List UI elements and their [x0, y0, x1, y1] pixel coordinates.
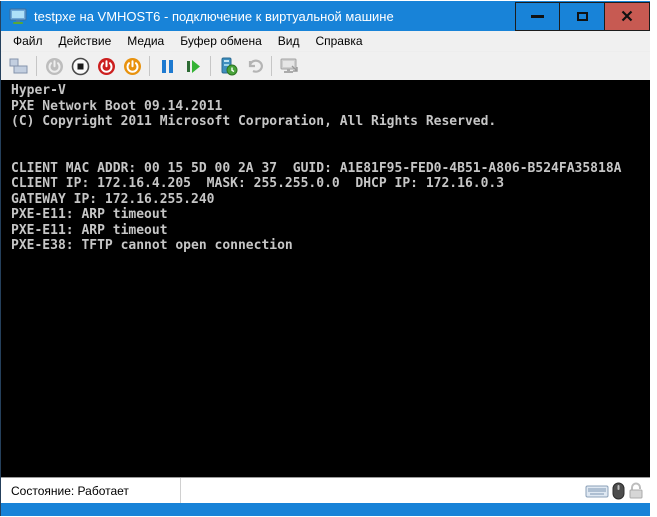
console-line: PXE Network Boot 09.14.2011 — [11, 99, 646, 115]
ctrl-alt-del-button[interactable] — [6, 54, 32, 78]
maximize-icon — [577, 12, 588, 21]
window-title: testpxe на VMHOST6 - подключение к вирту… — [34, 9, 394, 24]
console-line: PXE-E11: ARP timeout — [11, 223, 646, 239]
save-icon — [123, 57, 142, 76]
console-line: (C) Copyright 2011 Microsoft Corporation… — [11, 114, 646, 130]
menu-action[interactable]: Действие — [51, 32, 120, 50]
toolbar-separator — [149, 56, 150, 76]
enhanced-session-button — [276, 54, 302, 78]
vm-connection-window: testpxe на VMHOST6 - подключение к вирту… — [1, 1, 650, 516]
toolbar-separator — [210, 56, 211, 76]
status-bar: Состояние: Работает — [1, 477, 650, 503]
menu-file[interactable]: Файл — [5, 32, 51, 50]
vm-connect-app-icon — [9, 8, 27, 25]
minimize-button[interactable] — [515, 2, 560, 31]
vm-state-text: Состояние: Работает — [11, 484, 129, 498]
revert-icon — [245, 58, 263, 74]
checkpoint-button[interactable] — [215, 54, 241, 78]
menu-view[interactable]: Вид — [270, 32, 308, 50]
close-icon — [621, 10, 633, 22]
console-line — [11, 145, 646, 161]
toolbar-separator — [271, 56, 272, 76]
menu-media[interactable]: Медиа — [119, 32, 172, 50]
save-button[interactable] — [119, 54, 145, 78]
turn-off-icon — [71, 57, 90, 76]
vm-state-panel: Состояние: Работает — [1, 478, 181, 503]
shut-down-icon — [97, 57, 116, 76]
keyboard-icon — [585, 483, 609, 499]
revert-button — [241, 54, 267, 78]
console-line: CLIENT IP: 172.16.4.205 MASK: 255.255.0.… — [11, 176, 646, 192]
console-line: GATEWAY IP: 172.16.255.240 — [11, 192, 646, 208]
shut-down-button[interactable] — [93, 54, 119, 78]
start-power-icon — [45, 57, 64, 76]
mouse-icon — [612, 482, 625, 500]
start-button — [41, 54, 67, 78]
console-line — [11, 130, 646, 146]
console-line: Hyper-V — [11, 83, 646, 99]
title-bar[interactable]: testpxe на VMHOST6 - подключение к вирту… — [1, 1, 650, 31]
console-line: PXE-E11: ARP timeout — [11, 207, 646, 223]
menu-help[interactable]: Справка — [307, 32, 370, 50]
close-button[interactable] — [605, 2, 650, 31]
vm-console-screen[interactable]: Hyper-V PXE Network Boot 09.14.2011 (C) … — [1, 80, 650, 477]
turn-off-button[interactable] — [67, 54, 93, 78]
toolbar-separator — [36, 56, 37, 76]
console-line: PXE-E38: TFTP cannot open connection — [11, 238, 646, 254]
unlock-icon — [628, 482, 644, 500]
enhanced-session-icon — [279, 58, 299, 75]
window-bottom-border — [1, 503, 650, 515]
minimize-icon — [531, 15, 544, 18]
maximize-button[interactable] — [560, 2, 605, 31]
toolbar — [1, 52, 650, 80]
menu-clipboard[interactable]: Буфер обмена — [172, 32, 270, 50]
console-line: CLIENT MAC ADDR: 00 15 5D 00 2A 37 GUID:… — [11, 161, 646, 177]
checkpoint-icon — [219, 57, 238, 76]
pause-button[interactable] — [154, 54, 180, 78]
reset-icon — [185, 59, 201, 74]
status-icons-panel — [181, 478, 650, 503]
pause-icon — [160, 59, 175, 74]
reset-button[interactable] — [180, 54, 206, 78]
menu-bar: Файл Действие Медиа Буфер обмена Вид Спр… — [1, 31, 650, 52]
ctrl-alt-del-icon — [9, 58, 29, 74]
